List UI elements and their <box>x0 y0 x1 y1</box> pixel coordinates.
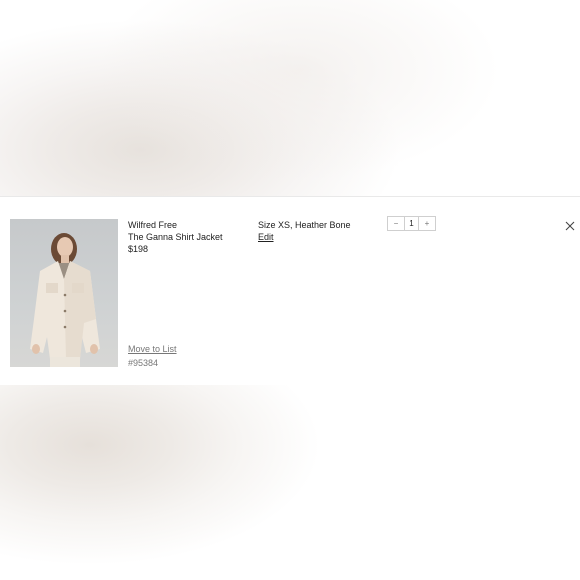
brand-name: Wilfred Free <box>128 220 178 230</box>
variant-details: Size XS, Heather Bone <box>258 220 351 230</box>
quantity-stepper: − 1 + <box>387 216 436 231</box>
remove-item-button[interactable] <box>565 218 575 231</box>
move-to-list-link[interactable]: Move to List <box>128 343 177 355</box>
increment-button[interactable]: + <box>419 217 435 230</box>
cart-overlay: Wilfred Free The Ganna Shirt Jacket $198… <box>0 0 580 580</box>
edit-link[interactable]: Edit <box>258 231 274 243</box>
blurred-background-bottom <box>0 385 580 580</box>
product-photo-icon <box>30 233 100 367</box>
product-name: The Ganna Shirt Jacket <box>128 232 223 242</box>
blurred-background-top <box>0 0 580 196</box>
close-icon <box>565 221 575 231</box>
price: $198 <box>128 244 149 254</box>
product-image[interactable] <box>10 219 118 367</box>
quantity-value[interactable]: 1 <box>404 217 419 230</box>
sku-number: #95384 <box>128 358 159 368</box>
decrement-button[interactable]: − <box>388 217 404 230</box>
cart-item-row: Wilfred Free The Ganna Shirt Jacket $198… <box>0 197 580 385</box>
